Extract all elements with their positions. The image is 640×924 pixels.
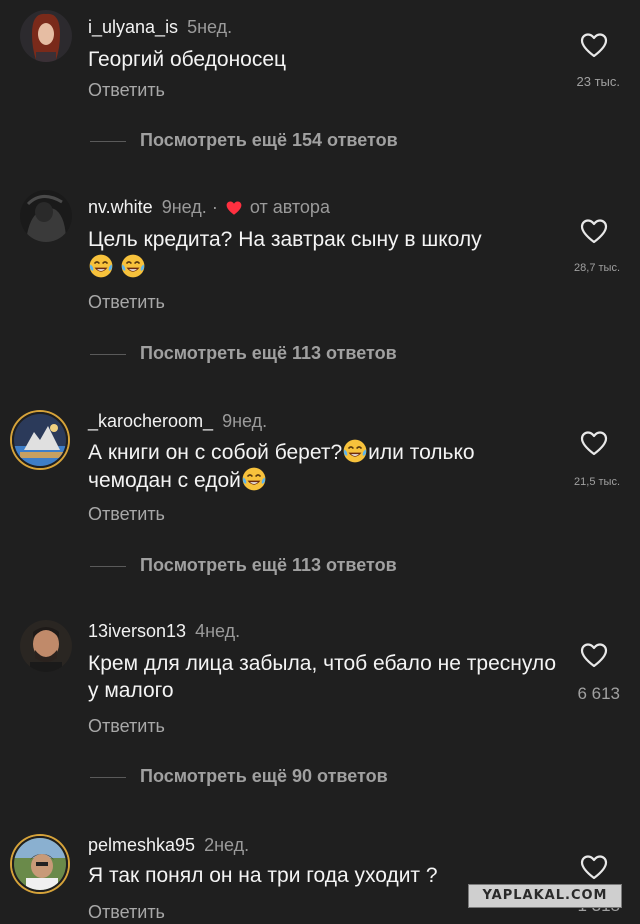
reply-button[interactable]: Ответить (88, 716, 165, 737)
view-more-replies[interactable]: Посмотреть ещё 113 ответов (88, 555, 548, 577)
heart-outline-icon[interactable] (580, 854, 608, 880)
view-more-replies[interactable]: Посмотреть ещё 90 ответов (88, 766, 548, 788)
joy-emoji-icon (88, 253, 114, 279)
watermark: YAPLAKAL.COM (468, 884, 622, 908)
joy-emoji-icon (342, 438, 368, 464)
divider-line (90, 141, 126, 142)
view-more-replies[interactable]: Посмотреть ещё 113 ответов (88, 343, 548, 365)
view-more-replies-label: Посмотреть ещё 90 ответов (140, 766, 388, 786)
reply-button[interactable]: Ответить (88, 80, 165, 101)
comment-header: nv.white 9нед. · от автора (88, 196, 330, 218)
separator-dot: · (211, 197, 218, 217)
divider-line (90, 566, 126, 567)
joy-emoji-icon (120, 253, 146, 279)
comment-text: Цель кредита? На завтрак сыну в школу (88, 226, 558, 281)
comment-text: А книги он с собой берет? или только чемо… (88, 438, 558, 494)
joy-emoji-icon (241, 466, 267, 492)
comment-header: pelmeshka95 2нед. (88, 834, 249, 856)
avatar[interactable] (20, 620, 72, 672)
avatar[interactable] (20, 10, 72, 62)
username[interactable]: _karocheroom_ (88, 411, 213, 431)
username[interactable]: i_ulyana_is (88, 17, 178, 37)
reply-button[interactable]: Ответить (88, 292, 165, 313)
username[interactable]: pelmeshka95 (88, 835, 195, 855)
like-count: 21,5 тыс. (574, 476, 620, 488)
comment-header: _karocheroom_ 9нед. (88, 410, 267, 432)
comment-text-part: А книги он с собой берет? (88, 441, 343, 464)
username[interactable]: 13iverson13 (88, 621, 186, 641)
divider-line (90, 354, 126, 355)
reply-button[interactable]: Ответить (88, 504, 165, 525)
reply-button[interactable]: Ответить (88, 902, 165, 923)
comment-text: Крем для лица забыла, чтоб ебало не трес… (88, 652, 557, 702)
view-more-replies-label: Посмотреть ещё 154 ответов (140, 130, 398, 150)
heart-outline-icon[interactable] (580, 642, 608, 668)
heart-filled-icon (226, 201, 242, 215)
view-more-replies-label: Посмотреть ещё 113 ответов (140, 555, 397, 575)
timestamp: 9нед. (222, 411, 268, 431)
comment-text: Георгий обедоносец (88, 48, 287, 71)
author-liked-label: от автора (249, 197, 330, 217)
avatar[interactable] (12, 836, 68, 892)
timestamp: 2нед. (204, 835, 250, 855)
timestamp: 4нед. (195, 621, 241, 641)
username[interactable]: nv.white (88, 197, 153, 217)
like-count: 6 613 (577, 684, 620, 703)
heart-outline-icon[interactable] (580, 430, 608, 456)
view-more-replies-label: Посмотреть ещё 113 ответов (140, 343, 397, 363)
divider-line (90, 777, 126, 778)
comment-text-content: Цель кредита? На завтрак сыну в школу (88, 228, 482, 251)
heart-outline-icon[interactable] (580, 32, 608, 58)
avatar[interactable] (12, 412, 68, 468)
comment-header: 13iverson13 4нед. (88, 620, 240, 642)
timestamp: 9нед. (161, 197, 207, 217)
view-more-replies[interactable]: Посмотреть ещё 154 ответов (88, 130, 548, 152)
like-count: 23 тыс. (576, 74, 620, 89)
timestamp: 5нед. (187, 17, 233, 37)
comment-header: i_ulyana_is 5нед. (88, 16, 232, 38)
avatar[interactable] (20, 190, 72, 242)
like-count: 28,7 тыс. (574, 262, 620, 274)
heart-outline-icon[interactable] (580, 218, 608, 244)
